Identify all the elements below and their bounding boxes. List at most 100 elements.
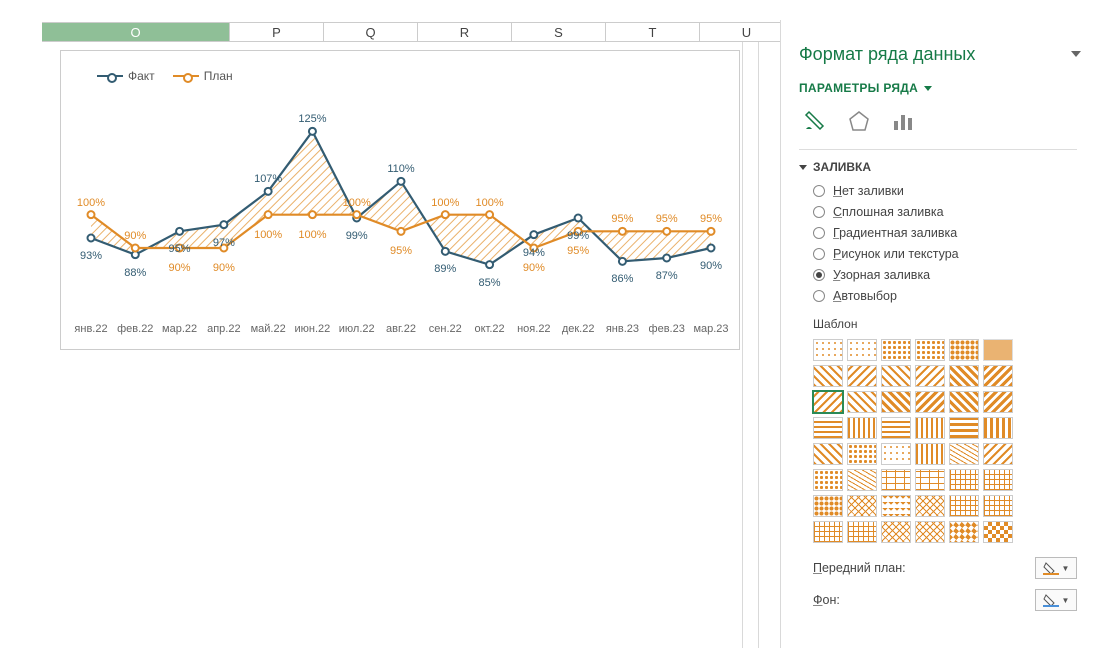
column-separator — [742, 42, 743, 648]
pattern-swatch[interactable] — [813, 521, 843, 543]
data-label: 95% — [611, 213, 633, 225]
pattern-swatch[interactable] — [881, 521, 911, 543]
pattern-swatch[interactable] — [949, 469, 979, 491]
pattern-swatch[interactable] — [813, 495, 843, 517]
pattern-swatch[interactable] — [847, 417, 877, 439]
fill-option-radio[interactable]: Сплошная заливка — [813, 205, 1077, 219]
pattern-swatch[interactable] — [915, 365, 945, 387]
pattern-swatch[interactable] — [949, 495, 979, 517]
pattern-swatch[interactable] — [847, 469, 877, 491]
data-label: 107% — [254, 173, 282, 185]
foreground-color-button[interactable]: ▼ — [1035, 557, 1077, 579]
fill-option-radio[interactable]: Узорная заливка — [813, 268, 1077, 282]
fill-option-label: Узорная заливка — [833, 268, 930, 282]
pattern-swatch[interactable] — [949, 339, 979, 361]
pattern-swatch[interactable] — [915, 521, 945, 543]
foreground-label: Передний план: — [813, 561, 906, 575]
data-label: 95% — [656, 213, 678, 225]
x-axis-label: май.22 — [246, 323, 290, 335]
fill-option-radio[interactable]: Нет заливки — [813, 184, 1077, 198]
pattern-swatch[interactable] — [915, 339, 945, 361]
panel-category-tabs — [799, 109, 1077, 133]
data-label: 100% — [343, 197, 371, 209]
chevron-down-icon — [924, 86, 932, 91]
data-label: 85% — [479, 277, 501, 289]
pattern-swatch[interactable] — [983, 391, 1013, 413]
pattern-swatch[interactable] — [813, 469, 843, 491]
column-header-S[interactable]: S — [512, 23, 606, 41]
pattern-swatch[interactable] — [881, 391, 911, 413]
column-header-Q[interactable]: Q — [324, 23, 418, 41]
pattern-swatch[interactable] — [881, 417, 911, 439]
pattern-swatch[interactable] — [983, 417, 1013, 439]
pattern-swatch[interactable] — [847, 365, 877, 387]
chart-object[interactable]: Факт План янв.22фев.22мар.22апр.22май.22… — [60, 50, 740, 350]
pattern-swatch[interactable] — [847, 443, 877, 465]
x-axis-label: сен.22 — [423, 323, 467, 335]
pattern-swatch[interactable] — [983, 495, 1013, 517]
fill-line-tab-icon[interactable] — [803, 109, 827, 133]
pattern-swatch[interactable] — [915, 469, 945, 491]
pattern-swatch[interactable] — [983, 365, 1013, 387]
pattern-swatch[interactable] — [813, 391, 843, 413]
column-header-R[interactable]: R — [418, 23, 512, 41]
data-label: 125% — [298, 113, 326, 125]
radio-icon — [813, 206, 825, 218]
pattern-swatch[interactable] — [881, 443, 911, 465]
column-header-P[interactable]: P — [230, 23, 324, 41]
pattern-swatch[interactable] — [881, 339, 911, 361]
radio-icon — [813, 185, 825, 197]
pattern-swatch[interactable] — [915, 495, 945, 517]
background-color-button[interactable]: ▼ — [1035, 589, 1077, 611]
pattern-swatch[interactable] — [847, 339, 877, 361]
effects-tab-icon[interactable] — [847, 109, 871, 133]
pattern-swatch[interactable] — [847, 391, 877, 413]
pattern-swatch[interactable] — [983, 521, 1013, 543]
pattern-swatch[interactable] — [847, 521, 877, 543]
pattern-label: Шаблон — [813, 317, 1077, 331]
fill-option-label: Градиентная заливка — [833, 226, 957, 240]
pattern-swatch[interactable] — [813, 365, 843, 387]
format-pane: Формат ряда данных ПАРАМЕТРЫ РЯДА ЗАЛИВК… — [780, 20, 1095, 648]
fill-option-radio[interactable]: Градиентная заливка — [813, 226, 1077, 240]
fill-option-radio[interactable]: Рисунок или текстура — [813, 247, 1077, 261]
panel-options-dropdown-icon[interactable] — [1071, 48, 1081, 58]
pattern-swatch[interactable] — [949, 391, 979, 413]
pattern-swatch[interactable] — [915, 443, 945, 465]
pattern-swatch-grid — [813, 339, 1077, 543]
series-options-tab-icon[interactable] — [891, 109, 915, 133]
pattern-swatch[interactable] — [983, 339, 1013, 361]
radio-icon — [813, 269, 825, 281]
column-header-O[interactable]: O — [42, 23, 230, 41]
data-label: 90% — [169, 262, 191, 274]
pattern-swatch[interactable] — [847, 495, 877, 517]
pattern-swatch[interactable] — [813, 339, 843, 361]
pattern-swatch[interactable] — [881, 495, 911, 517]
legend-label-fact: Факт — [128, 69, 155, 83]
pattern-swatch[interactable] — [983, 469, 1013, 491]
pattern-swatch[interactable] — [881, 365, 911, 387]
legend-label-plan: План — [204, 69, 233, 83]
data-label: 100% — [298, 229, 326, 241]
legend-item-fact[interactable]: Факт — [97, 69, 155, 83]
series-options-dropdown[interactable]: ПАРАМЕТРЫ РЯДА — [799, 81, 1077, 95]
fill-section-label: ЗАЛИВКА — [813, 160, 871, 174]
x-axis-label: дек.22 — [556, 323, 600, 335]
pattern-swatch[interactable] — [949, 443, 979, 465]
fill-type-radio-group: Нет заливки Сплошная заливка Градиентная з… — [799, 184, 1077, 303]
pattern-swatch[interactable] — [949, 365, 979, 387]
fill-section-header[interactable]: ЗАЛИВКА — [799, 149, 1077, 174]
pattern-swatch[interactable] — [983, 443, 1013, 465]
pattern-swatch[interactable] — [949, 521, 979, 543]
column-header-T[interactable]: T — [606, 23, 700, 41]
x-axis-label: фев.23 — [645, 323, 689, 335]
fill-option-radio[interactable]: Автовыбор — [813, 289, 1077, 303]
pattern-swatch[interactable] — [915, 391, 945, 413]
background-color-row: Фон: ▼ — [813, 589, 1077, 611]
legend-item-plan[interactable]: План — [173, 69, 233, 83]
pattern-swatch[interactable] — [915, 417, 945, 439]
pattern-swatch[interactable] — [813, 443, 843, 465]
pattern-swatch[interactable] — [949, 417, 979, 439]
pattern-swatch[interactable] — [813, 417, 843, 439]
pattern-swatch[interactable] — [881, 469, 911, 491]
